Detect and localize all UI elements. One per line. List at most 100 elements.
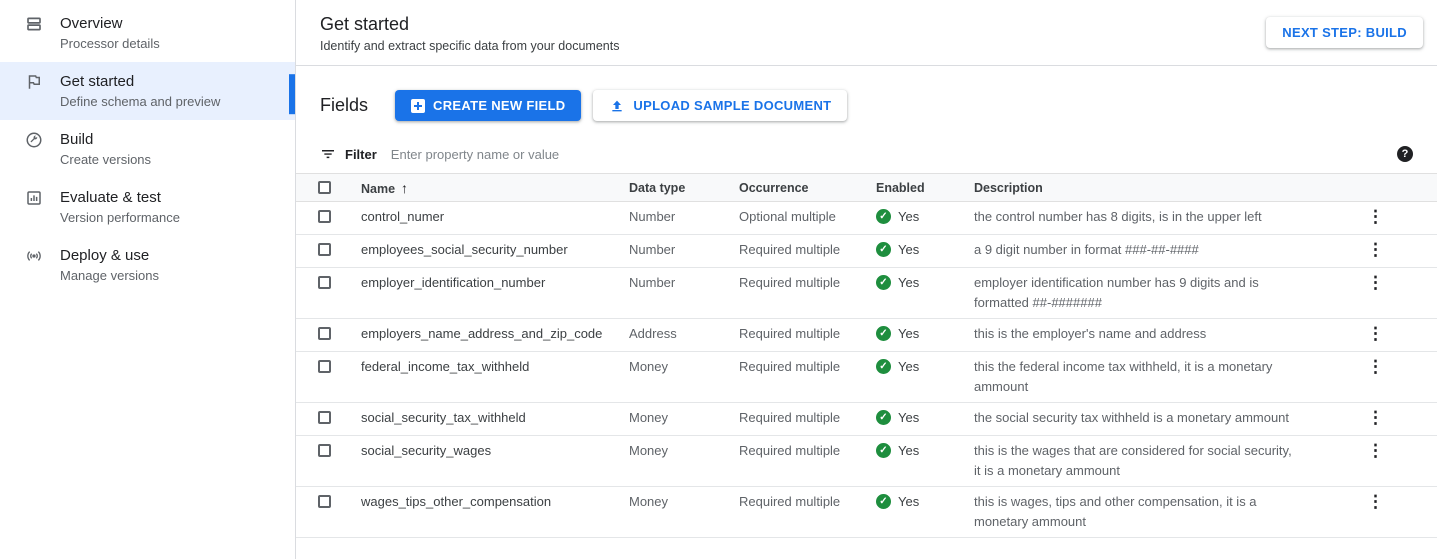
filter-label: Filter	[345, 147, 377, 162]
field-name: employer_identification_number	[361, 273, 629, 293]
enabled-check-icon: ✓	[876, 359, 891, 374]
overview-icon	[25, 15, 43, 33]
table-header: Name↑ Data type Occurrence Enabled Descr…	[296, 173, 1437, 202]
help-icon[interactable]: ?	[1397, 146, 1413, 162]
sidebar-item-build[interactable]: Build Create versions	[0, 120, 295, 178]
row-checkbox[interactable]	[318, 276, 331, 289]
table-row: employees_social_security_number Number …	[296, 235, 1437, 268]
sidebar-item-get-started[interactable]: Get started Define schema and preview	[0, 62, 295, 120]
filter-input[interactable]	[391, 147, 1385, 162]
field-data-type: Money	[629, 357, 739, 377]
row-menu-icon[interactable]: ⋮	[1361, 357, 1390, 377]
row-menu-icon[interactable]: ⋮	[1361, 240, 1390, 260]
sidebar-item-sublabel: Processor details	[60, 35, 160, 52]
field-data-type: Address	[629, 324, 739, 344]
row-checkbox[interactable]	[318, 444, 331, 457]
row-checkbox[interactable]	[318, 210, 331, 223]
field-description: this is wages, tips and other compensati…	[974, 492, 1300, 532]
field-description: this is the employer's name and address	[974, 324, 1300, 344]
field-name: employers_name_address_and_zip_code	[361, 324, 629, 344]
table-row: employer_identification_number Number Re…	[296, 268, 1437, 319]
row-checkbox[interactable]	[318, 360, 331, 373]
field-occurrence: Required multiple	[739, 408, 876, 428]
build-icon	[25, 131, 43, 149]
assessment-icon	[25, 189, 43, 207]
row-menu-icon[interactable]: ⋮	[1361, 273, 1390, 293]
table-row: social_security_tax_withheld Money Requi…	[296, 403, 1437, 436]
enabled-check-icon: ✓	[876, 326, 891, 341]
field-data-type: Number	[629, 240, 739, 260]
field-data-type: Number	[629, 207, 739, 227]
add-box-icon	[411, 99, 425, 113]
enabled-label: Yes	[898, 408, 919, 428]
field-description: a 9 digit number in format ###-##-####	[974, 240, 1300, 260]
sidebar-item-label: Evaluate & test	[60, 188, 180, 207]
row-menu-icon[interactable]: ⋮	[1361, 408, 1390, 428]
field-occurrence: Required multiple	[739, 240, 876, 260]
column-header-occurrence[interactable]: Occurrence	[739, 181, 876, 195]
processor-sidebar: Overview Processor details Get started D…	[0, 0, 296, 559]
field-name: employees_social_security_number	[361, 240, 629, 260]
field-data-type: Money	[629, 441, 739, 461]
row-checkbox[interactable]	[318, 411, 331, 424]
enabled-label: Yes	[898, 441, 919, 461]
table-row: wages_tips_other_compensation Money Requ…	[296, 487, 1437, 538]
table-row: control_numer Number Optional multiple ✓…	[296, 202, 1437, 235]
enabled-label: Yes	[898, 207, 919, 227]
sidebar-item-sublabel: Version performance	[60, 209, 180, 226]
sidebar-item-label: Get started	[60, 72, 220, 91]
sidebar-item-evaluate-test[interactable]: Evaluate & test Version performance	[0, 178, 295, 236]
field-data-type: Number	[629, 273, 739, 293]
sidebar-item-label: Deploy & use	[60, 246, 159, 265]
enabled-check-icon: ✓	[876, 494, 891, 509]
flag-icon	[25, 73, 43, 91]
row-checkbox[interactable]	[318, 495, 331, 508]
field-occurrence: Required multiple	[739, 441, 876, 461]
table-row: federal_income_tax_withheld Money Requir…	[296, 352, 1437, 403]
field-description: this is the wages that are considered fo…	[974, 441, 1300, 481]
sidebar-item-overview[interactable]: Overview Processor details	[0, 4, 295, 62]
select-all-checkbox[interactable]	[318, 181, 331, 194]
sidebar-item-sublabel: Manage versions	[60, 267, 159, 284]
sidebar-item-label: Build	[60, 130, 151, 149]
page-subtitle: Identify and extract specific data from …	[320, 39, 619, 53]
filter-icon	[320, 146, 336, 162]
sidebar-item-label: Overview	[60, 14, 160, 33]
upload-sample-document-button[interactable]: UPLOAD SAMPLE DOCUMENT	[593, 90, 847, 121]
broadcast-icon	[25, 247, 43, 265]
fields-section-title: Fields	[320, 95, 368, 116]
sidebar-item-sublabel: Create versions	[60, 151, 151, 168]
field-description: the social security tax withheld is a mo…	[974, 408, 1300, 428]
field-occurrence: Required multiple	[739, 273, 876, 293]
field-description: this the federal income tax withheld, it…	[974, 357, 1300, 397]
field-occurrence: Required multiple	[739, 324, 876, 344]
sidebar-item-deploy-use[interactable]: Deploy & use Manage versions	[0, 236, 295, 294]
column-header-description[interactable]: Description	[974, 181, 1351, 195]
field-occurrence: Optional multiple	[739, 207, 876, 227]
row-menu-icon[interactable]: ⋮	[1361, 324, 1390, 344]
row-checkbox[interactable]	[318, 243, 331, 256]
column-header-data-type[interactable]: Data type	[629, 181, 739, 195]
table-row: employers_name_address_and_zip_code Addr…	[296, 319, 1437, 352]
enabled-label: Yes	[898, 240, 919, 260]
row-checkbox[interactable]	[318, 327, 331, 340]
upload-sample-document-label: UPLOAD SAMPLE DOCUMENT	[633, 98, 831, 113]
field-name: wages_tips_other_compensation	[361, 492, 629, 512]
next-step-build-button[interactable]: NEXT STEP: BUILD	[1266, 17, 1423, 48]
row-menu-icon[interactable]: ⋮	[1361, 492, 1390, 512]
table-row: social_security_wages Money Required mul…	[296, 436, 1437, 487]
column-header-name[interactable]: Name↑	[361, 180, 629, 196]
field-description: the control number has 8 digits, is in t…	[974, 207, 1300, 227]
field-name: social_security_tax_withheld	[361, 408, 629, 428]
row-menu-icon[interactable]: ⋮	[1361, 441, 1390, 461]
row-menu-icon[interactable]: ⋮	[1361, 207, 1390, 227]
field-data-type: Money	[629, 408, 739, 428]
enabled-label: Yes	[898, 273, 919, 293]
field-name: federal_income_tax_withheld	[361, 357, 629, 377]
enabled-label: Yes	[898, 324, 919, 344]
create-new-field-button[interactable]: CREATE NEW FIELD	[395, 90, 581, 121]
enabled-label: Yes	[898, 492, 919, 512]
page-header: Get started Identify and extract specifi…	[296, 0, 1437, 66]
app-window: Overview Processor details Get started D…	[0, 0, 1437, 559]
column-header-enabled[interactable]: Enabled	[876, 181, 974, 195]
